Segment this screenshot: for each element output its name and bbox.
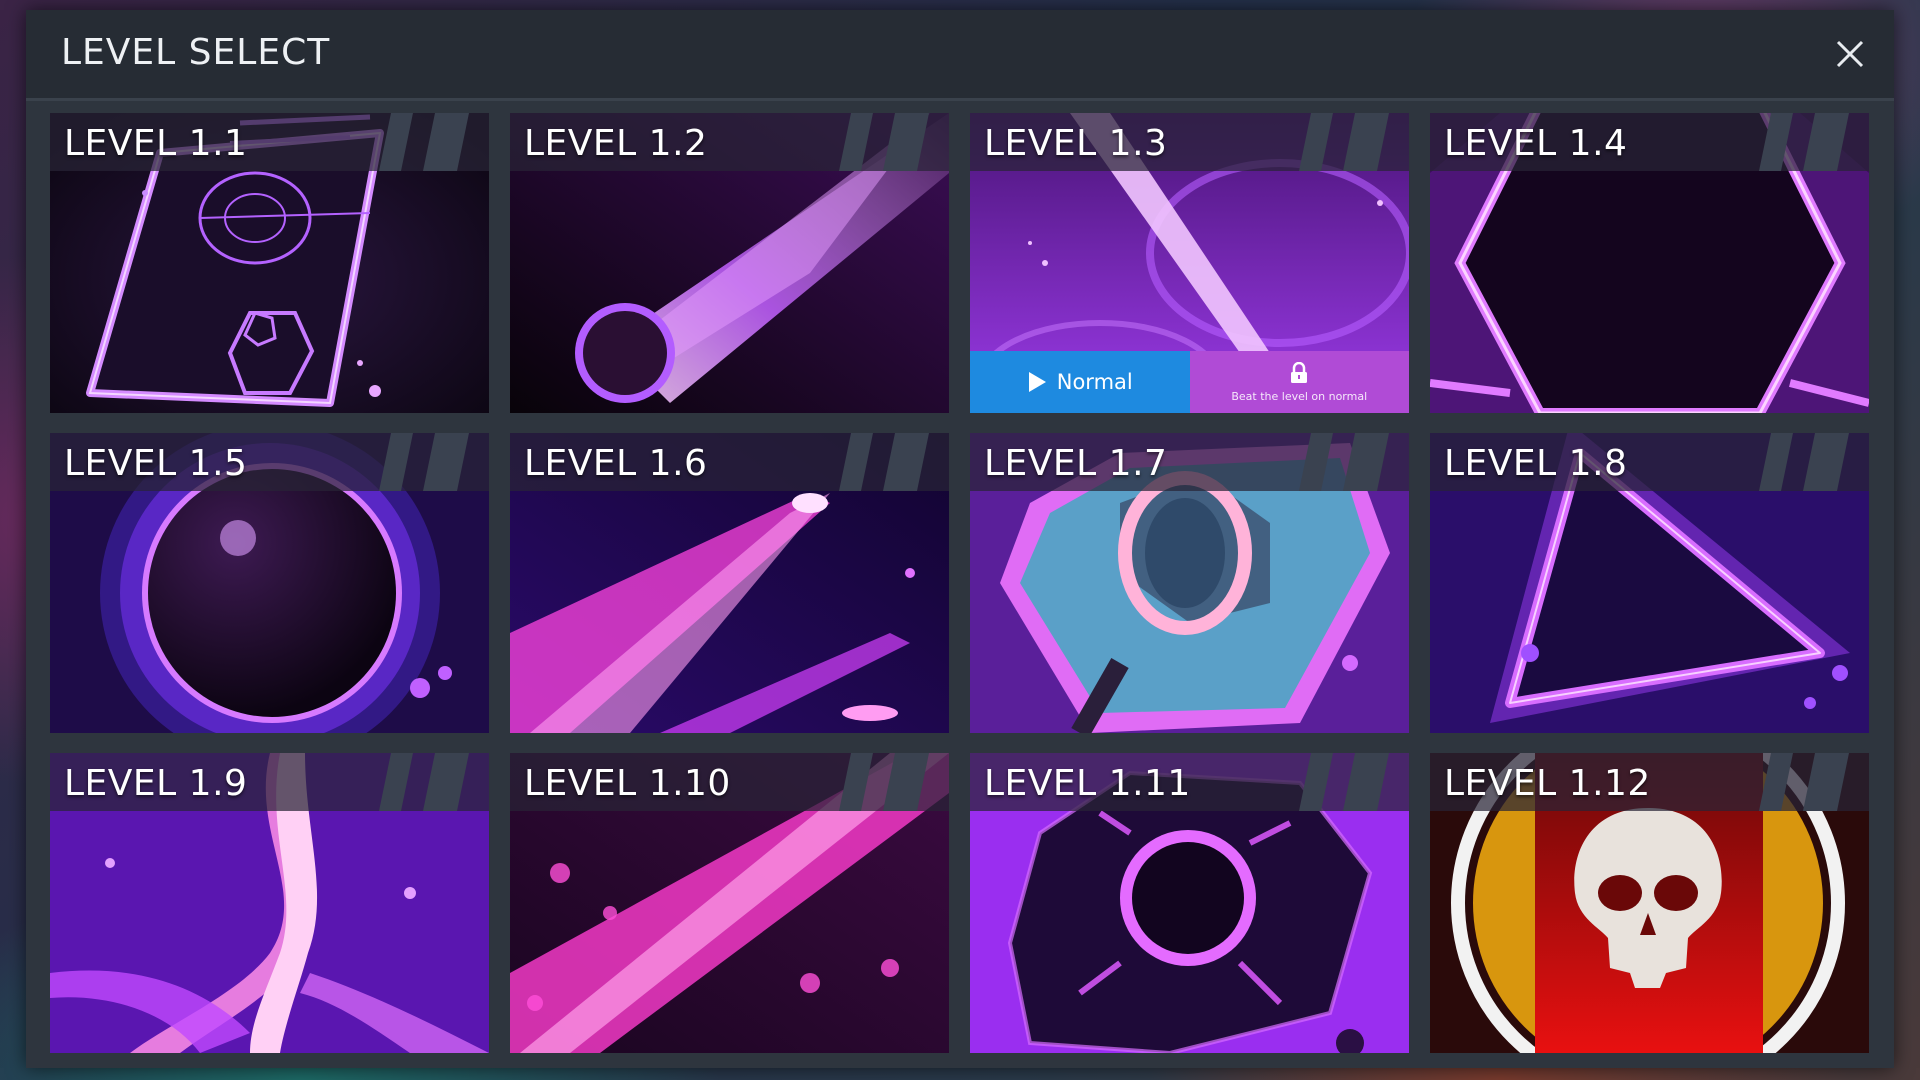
play-normal-label: Normal (1056, 370, 1133, 394)
level-name: LEVEL 1.12 (1444, 763, 1651, 804)
lock-icon (1291, 361, 1308, 383)
close-icon (1836, 40, 1864, 68)
difficulty-stripes (839, 113, 929, 171)
difficulty-stripes (839, 433, 929, 491)
difficulty-stripes (379, 113, 469, 171)
level-name: LEVEL 1.10 (524, 763, 731, 804)
level-name: LEVEL 1.3 (984, 123, 1168, 164)
difficulty-stripes (1299, 433, 1389, 491)
level-actions: Normal Beat the level on normal (970, 351, 1409, 413)
locked-difficulty-button: Beat the level on normal (1189, 351, 1409, 413)
difficulty-stripes (1759, 433, 1849, 491)
level-tile[interactable]: LEVEL 1.9 (50, 753, 489, 1053)
level-tile[interactable]: LEVEL 1.1 (50, 113, 489, 413)
close-button[interactable] (1832, 36, 1868, 72)
level-tile[interactable]: LEVEL 1.8 (1430, 433, 1869, 733)
level-name: LEVEL 1.6 (524, 443, 708, 484)
level-name: LEVEL 1.11 (984, 763, 1191, 804)
level-grid: LEVEL 1.1 LEVEL 1.2 LEVEL 1.3 Normal Bea… (50, 113, 1870, 1064)
dialog-title: LEVEL SELECT (61, 32, 331, 73)
play-normal-button[interactable]: Normal (970, 351, 1190, 413)
difficulty-stripes (379, 753, 469, 811)
difficulty-stripes (1299, 753, 1389, 811)
level-tile[interactable]: LEVEL 1.6 (510, 433, 949, 733)
level-tile[interactable]: LEVEL 1.2 (510, 113, 949, 413)
level-tile[interactable]: LEVEL 1.11 (970, 753, 1409, 1053)
level-tile[interactable]: LEVEL 1.10 (510, 753, 949, 1053)
level-name: LEVEL 1.1 (64, 123, 248, 164)
dialog-header: LEVEL SELECT (26, 10, 1894, 101)
locked-hint-label: Beat the level on normal (1231, 389, 1368, 403)
level-name: LEVEL 1.4 (1444, 123, 1628, 164)
level-name: LEVEL 1.8 (1444, 443, 1628, 484)
play-icon (1028, 372, 1046, 392)
level-tile[interactable]: LEVEL 1.12 (1430, 753, 1869, 1053)
level-name: LEVEL 1.2 (524, 123, 708, 164)
difficulty-stripes (839, 753, 929, 811)
level-name: LEVEL 1.5 (64, 443, 248, 484)
level-select-dialog: LEVEL SELECT LEVEL 1.1 LEVEL 1.2 LEVEL 1… (26, 10, 1894, 1068)
difficulty-stripes (379, 433, 469, 491)
difficulty-stripes (1759, 753, 1849, 811)
level-tile[interactable]: LEVEL 1.4 (1430, 113, 1869, 413)
difficulty-stripes (1299, 113, 1389, 171)
level-tile-selected[interactable]: LEVEL 1.3 Normal Beat the level on norma… (970, 113, 1409, 413)
level-name: LEVEL 1.7 (984, 443, 1168, 484)
level-tile[interactable]: LEVEL 1.5 (50, 433, 489, 733)
level-tile[interactable]: LEVEL 1.7 (970, 433, 1409, 733)
difficulty-stripes (1759, 113, 1849, 171)
level-name: LEVEL 1.9 (64, 763, 248, 804)
